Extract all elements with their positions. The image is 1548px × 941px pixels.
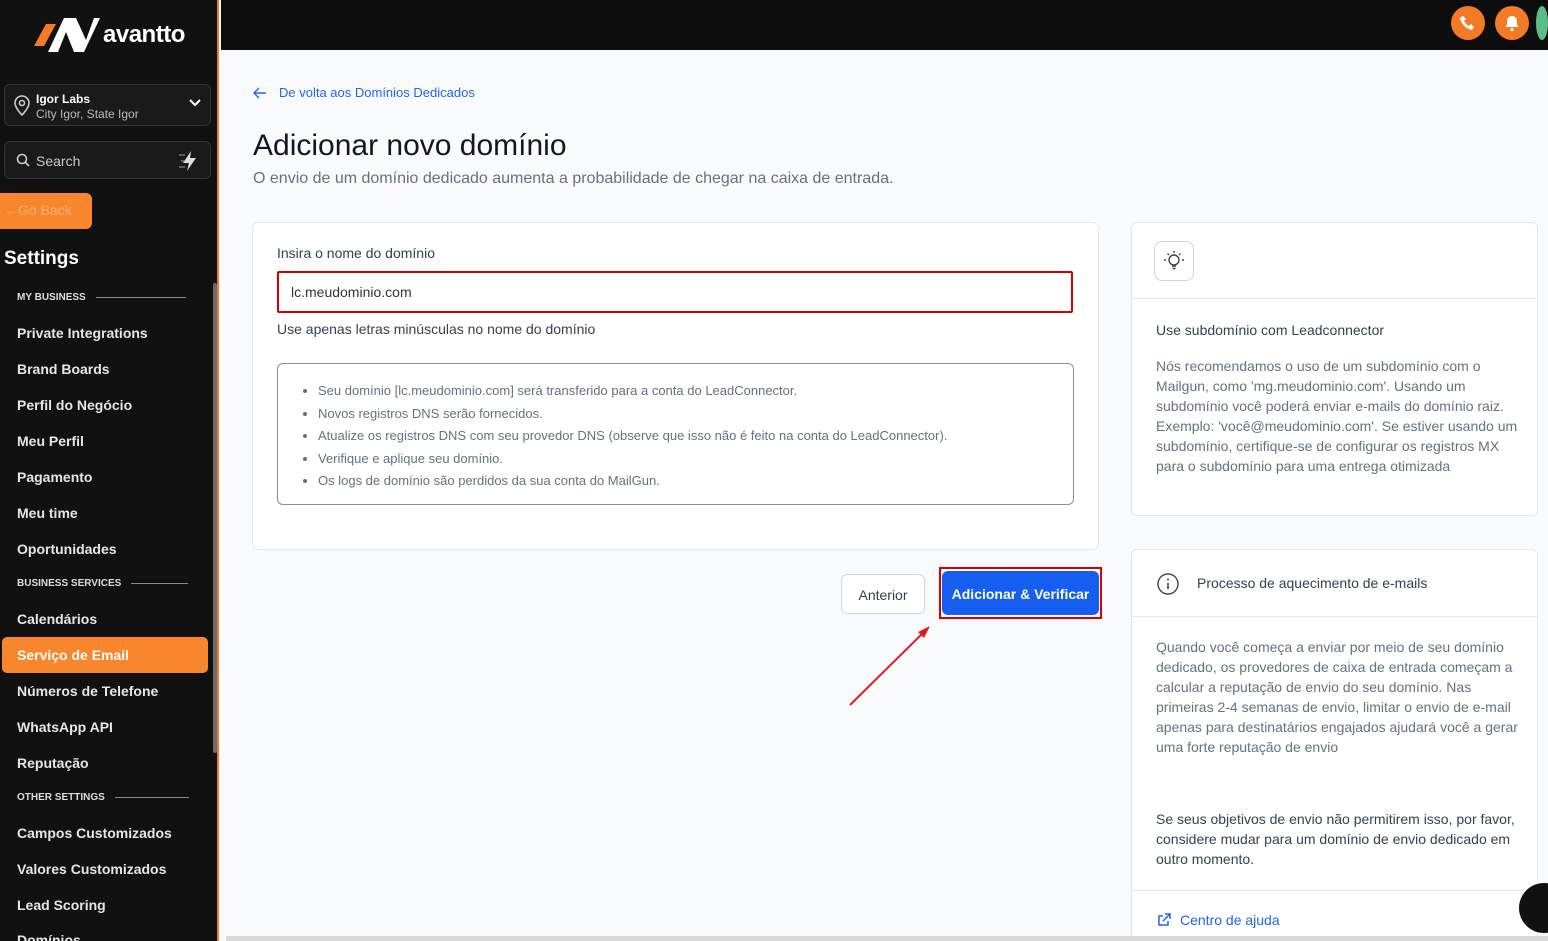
section-divider [131,583,189,584]
help-center-link[interactable]: Centro de ajuda [1156,912,1280,928]
subdomain-tip-title: Use subdomínio com Leadconnector [1156,322,1385,338]
brand-logo[interactable]: avantto [34,18,185,52]
section-label: BUSINESS SERVICES [17,578,122,589]
section-divider [95,297,186,298]
section-divider [114,797,189,798]
warmup-tip-card: Processo de aquecimento de e-mails Quand… [1131,549,1538,941]
phone-icon [1460,16,1474,30]
section-label: OTHER SETTINGS [17,792,105,803]
sidebar-item-my-profile[interactable]: Meu Perfil [17,433,84,449]
chevron-down-icon [189,99,201,107]
search-icon [16,153,30,167]
section-label: MY BUSINESS [17,292,86,303]
info-item: Atualize os registros DNS com seu proved… [318,425,1073,448]
info-box: Seu domínio [lc.meudominio.com] será tra… [277,363,1074,505]
subdomain-tip-card: Use subdomínio com Leadconnector Nós rec… [1131,222,1538,516]
warmup-tip-title: Processo de aquecimento de e-mails [1197,575,1428,591]
info-item: Novos registros DNS serão fornecidos. [318,403,1073,426]
subdomain-tip-body: Nós recomendamos o uso de um subdomínio … [1156,358,1518,474]
sidebar-item-opportunities[interactable]: Oportunidades [17,541,117,557]
domain-field-label: Insira o nome do domínio [277,245,435,261]
section-other-settings: OTHER SETTINGS [17,792,189,803]
add-verify-button[interactable]: Adicionar & Verificar [942,571,1099,615]
back-link-label: De volta aos Domínios Dedicados [279,85,475,100]
info-item: Seu domínio [lc.meudominio.com] será tra… [318,380,1073,403]
lightning-icon[interactable] [178,149,202,173]
sidebar-item-my-team[interactable]: Meu time [17,505,78,521]
warmup-tip-note: Se seus objetivos de envio não permitire… [1156,811,1515,867]
sidebar-scrollbar[interactable] [213,283,217,753]
location-name: Igor Labs [36,92,91,106]
phone-button[interactable] [1451,6,1485,40]
section-business-services: BUSINESS SERVICES [17,578,189,589]
sidebar-item-calendars[interactable]: Calendários [17,611,97,627]
info-icon [1157,573,1179,595]
divider [1132,890,1537,891]
page-subtitle: O envio de um domínio dedicado aumenta a… [253,170,894,187]
back-link[interactable]: De volta aos Domínios Dedicados [253,85,475,100]
info-item: Os logs de domínio são perdidos da sua c… [318,470,1073,493]
sidebar-item-lead-scoring[interactable]: Lead Scoring [17,897,106,913]
sidebar-item-domains[interactable]: Domínios [17,932,81,941]
previous-button[interactable]: Anterior [841,574,925,614]
sidebar-item-custom-values[interactable]: Valores Customizados [17,861,166,877]
info-item: Verifique e aplique seu domínio. [318,448,1073,471]
help-center-label: Centro de ajuda [1180,912,1280,928]
domain-input[interactable]: lc.meudominio.com [277,271,1073,313]
lightbulb-icon [1154,241,1194,281]
section-my-business: MY BUSINESS [17,292,186,303]
location-switcher[interactable]: Igor Labs City Igor, State Igor [4,84,211,126]
top-bar [221,0,1548,50]
settings-title: Settings [4,248,79,269]
logo-mark-icon [34,18,100,52]
sidebar-item-billing[interactable]: Pagamento [17,469,92,485]
divider [1132,298,1537,299]
annotation-arrow-icon [849,626,930,706]
domain-hint: Use apenas letras minúsculas no nome do … [277,321,596,337]
sidebar-item-email-services[interactable]: Serviço de Email [2,637,208,673]
location-address: City Igor, State Igor [36,107,139,121]
bell-icon [1505,16,1519,32]
brand-name: avantto [103,21,185,48]
sidebar: avantto Igor Labs City Igor, State Igor … [0,0,219,941]
sidebar-item-private-integrations[interactable]: Private Integrations [17,325,148,341]
go-back-label: Go Back [18,202,72,218]
external-link-icon [1158,913,1171,926]
page-title: Adicionar novo domínio [253,129,567,162]
arrow-left-icon: ← [4,202,18,218]
sidebar-item-custom-fields[interactable]: Campos Customizados [17,825,172,841]
sidebar-item-brand-boards[interactable]: Brand Boards [17,361,110,377]
search-label: Search [36,153,81,169]
avatar[interactable] [1536,6,1548,40]
notifications-button[interactable] [1495,6,1529,40]
search-bar[interactable]: Search [4,141,211,179]
arrow-left-icon [253,87,266,98]
sidebar-item-business-profile[interactable]: Perfil do Negócio [17,397,132,413]
sidebar-item-reputation[interactable]: Reputação [17,755,89,771]
warmup-tip-body: Quando você começa a enviar por meio de … [1156,639,1518,755]
go-back-button[interactable]: ←Go Back [0,193,92,229]
sidebar-item-whatsapp-api[interactable]: WhatsApp API [17,719,113,735]
map-pin-icon [14,95,30,117]
sidebar-item-phone-numbers[interactable]: Números de Telefone [17,683,158,699]
divider [1132,616,1537,617]
horizontal-scrollbar[interactable] [226,936,1548,941]
